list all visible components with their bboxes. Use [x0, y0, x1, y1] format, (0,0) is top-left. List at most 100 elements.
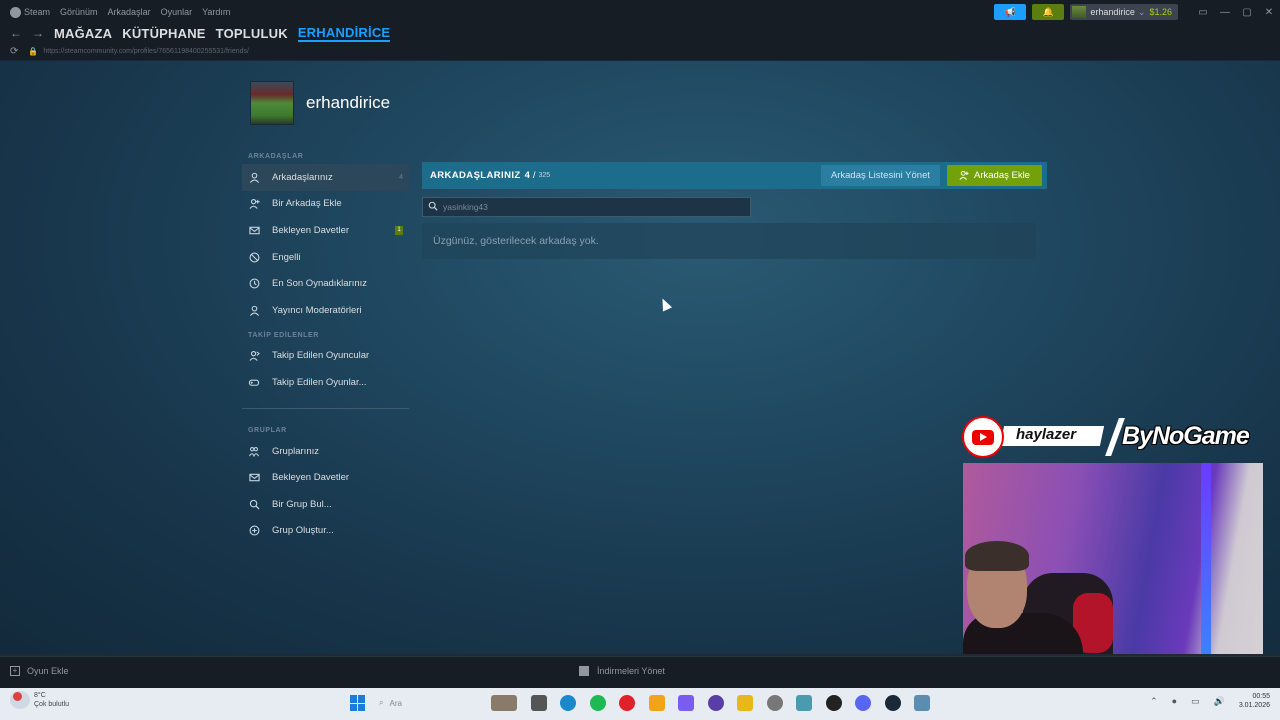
windows-start-icon[interactable] [350, 695, 366, 711]
friends-count-label: 4 [399, 173, 403, 181]
mouse-cursor [657, 296, 673, 312]
manage-downloads-button[interactable]: İndirmeleri Yönet [579, 666, 665, 676]
sidebar-item-label: Bekleyen Davetler [272, 472, 350, 484]
friends-search[interactable] [422, 197, 751, 217]
add-person-icon [248, 198, 260, 210]
add-friend-label: Arkadaş Ekle [974, 170, 1030, 181]
sidebar-item-create-group[interactable]: Grup Oluştur... [242, 518, 409, 545]
sidebar-item-followed-players[interactable]: Takip Edilen Oyuncular [242, 343, 409, 370]
back-arrow-icon[interactable]: ← [10, 26, 22, 40]
profile-header: erhandirice [250, 81, 390, 125]
app-icon-teal[interactable] [796, 695, 812, 711]
add-game-button[interactable]: + Oyun Ekle [10, 666, 69, 676]
section-title-following: TAKİP EDİLENLER [248, 331, 319, 339]
sidebar-item-blocked[interactable]: Engelli [242, 244, 409, 271]
sidebar-item-your-friends[interactable]: Arkadaşlarınız 4 [242, 164, 409, 191]
forward-arrow-icon[interactable]: → [32, 26, 44, 40]
followed-players-icon [248, 350, 260, 362]
sidebar-item-add-friend[interactable]: Bir Arkadaş Ekle [242, 191, 409, 218]
friends-search-input[interactable] [443, 202, 733, 212]
store-icon[interactable] [648, 695, 665, 711]
big-picture-icon[interactable]: ▭ [1192, 7, 1214, 18]
menu-view[interactable]: Görünüm [60, 7, 98, 17]
sidebar-item-recently-played[interactable]: En Son Oynadıklarınız [242, 270, 409, 297]
person-icon [248, 304, 260, 316]
wallet-balance: $1.26 [1149, 7, 1172, 17]
weather-cloud-icon [10, 691, 30, 709]
sidebar-item-label: Takip Edilen Oyuncular [272, 350, 370, 362]
windows-taskbar: 8°C Çok bulutlu ⌕ Ara ⌃ ● ▭ 🔊 00:55 3.01… [0, 688, 1280, 720]
weather-widget[interactable]: 8°C Çok bulutlu [10, 691, 69, 709]
weather-desc: Çok bulutlu [34, 701, 70, 708]
steam-taskbar-icon[interactable] [884, 695, 901, 711]
url-bar: ⟳ 🔒 https://steamcommunity.com/profiles/… [0, 42, 1280, 60]
webcam-feed [963, 463, 1263, 681]
sidebar-item-find-group[interactable]: Bir Grup Bul... [242, 491, 409, 518]
friends-count: 4 [524, 170, 530, 181]
discord-icon[interactable] [855, 695, 871, 711]
obs-icon[interactable] [825, 695, 842, 711]
megaphone-icon: 📢 [1004, 6, 1016, 17]
menu-steam[interactable]: Steam [24, 7, 50, 17]
clock-date: 3.01.2026 [1238, 702, 1270, 709]
sidebar-item-label: Bekleyen Davetler [272, 224, 350, 236]
channel-name: haylazer [1016, 426, 1077, 443]
sidebar-divider [242, 407, 409, 409]
maximize-icon[interactable]: ▢ [1236, 7, 1258, 18]
sidebar-item-followed-games[interactable]: Takip Edilen Oyunlar... [242, 369, 409, 396]
nav-profile[interactable]: ERHANDİRİCE [297, 25, 391, 42]
settings-gear-icon[interactable] [766, 695, 783, 711]
chevron-up-icon[interactable]: ⌃ [1150, 696, 1158, 707]
menu-help[interactable]: Yardım [202, 7, 230, 17]
menu-games[interactable]: Oyunlar [161, 7, 193, 17]
profile-avatar[interactable] [250, 81, 294, 125]
file-explorer-icon[interactable] [737, 695, 753, 711]
app-icon-purple[interactable] [707, 695, 724, 711]
system-tray: ⌃ ● ▭ 🔊 00:55 3.01.2026 [1136, 692, 1270, 710]
page-url[interactable]: https://steamcommunity.com/profiles/7656… [43, 48, 249, 55]
add-friend-button[interactable]: Arkadaş Ekle [947, 165, 1042, 186]
minimize-icon[interactable]: — [1214, 7, 1236, 18]
task-view-icon[interactable] [530, 695, 547, 711]
announcements-button[interactable]: 📢 [994, 4, 1027, 20]
menu-friends[interactable]: Arkadaşlar [108, 7, 151, 17]
sidebar-item-group-invites[interactable]: Bekleyen Davetler [242, 464, 409, 491]
taskbar-search[interactable]: ⌕ Ara [379, 694, 479, 712]
steam-logo-icon [10, 6, 21, 18]
steam-menubar: Steam Görünüm Arkadaşlar Oyunlar Yardım … [0, 0, 1280, 24]
friends-count-separator: / [532, 170, 536, 181]
search-icon: ⌕ [379, 698, 384, 707]
sidebar-item-label: Engelli [272, 251, 301, 263]
sidebar-item-label: Bir Arkadaş Ekle [272, 198, 342, 210]
sidebar-item-label: Yayıncı Moderatörleri [272, 304, 362, 316]
bell-icon: 🔔 [1042, 6, 1054, 17]
notifications-button[interactable]: 🔔 [1032, 4, 1065, 20]
widgets-icon[interactable] [491, 695, 517, 711]
display-icon[interactable]: ▭ [1191, 696, 1200, 707]
close-icon[interactable]: ✕ [1258, 7, 1280, 18]
account-avatar [1072, 6, 1087, 18]
system-clock[interactable]: 00:55 3.01.2026 [1239, 692, 1270, 710]
nav-store[interactable]: MAĞAZA [54, 26, 112, 41]
edge-browser-icon[interactable] [560, 695, 576, 711]
opera-icon[interactable] [619, 695, 635, 711]
manage-friends-list-button[interactable]: Arkadaş Listesini Yönet [820, 165, 940, 186]
sidebar-item-streamer-moderators[interactable]: Yayıncı Moderatörleri [242, 297, 409, 324]
download-icon [579, 666, 589, 676]
sidebar-item-your-groups[interactable]: Gruplarınız [242, 438, 409, 465]
envelope-icon [248, 224, 260, 236]
plus-circle-icon [248, 525, 260, 537]
section-title-friends: ARKADAŞLAR [248, 153, 304, 160]
app-icon-blue[interactable] [914, 695, 930, 711]
sidebar-item-pending-invites[interactable]: Bekleyen Davetler 1 [242, 217, 409, 244]
profile-name[interactable]: erhandirice [306, 93, 390, 113]
spotify-icon[interactable] [589, 695, 606, 711]
add-person-icon [959, 170, 969, 182]
nav-library[interactable]: KÜTÜPHANE [122, 26, 205, 41]
reload-icon[interactable]: ⟳ [10, 46, 18, 57]
copilot-icon[interactable] [678, 695, 694, 711]
account-menu[interactable]: erhandirice ⌄ $1.26 [1070, 4, 1178, 20]
nav-community[interactable]: TOPLULUK [216, 26, 288, 41]
tray-app-icon[interactable]: ● [1172, 696, 1177, 706]
volume-icon[interactable]: 🔊 [1214, 696, 1225, 707]
